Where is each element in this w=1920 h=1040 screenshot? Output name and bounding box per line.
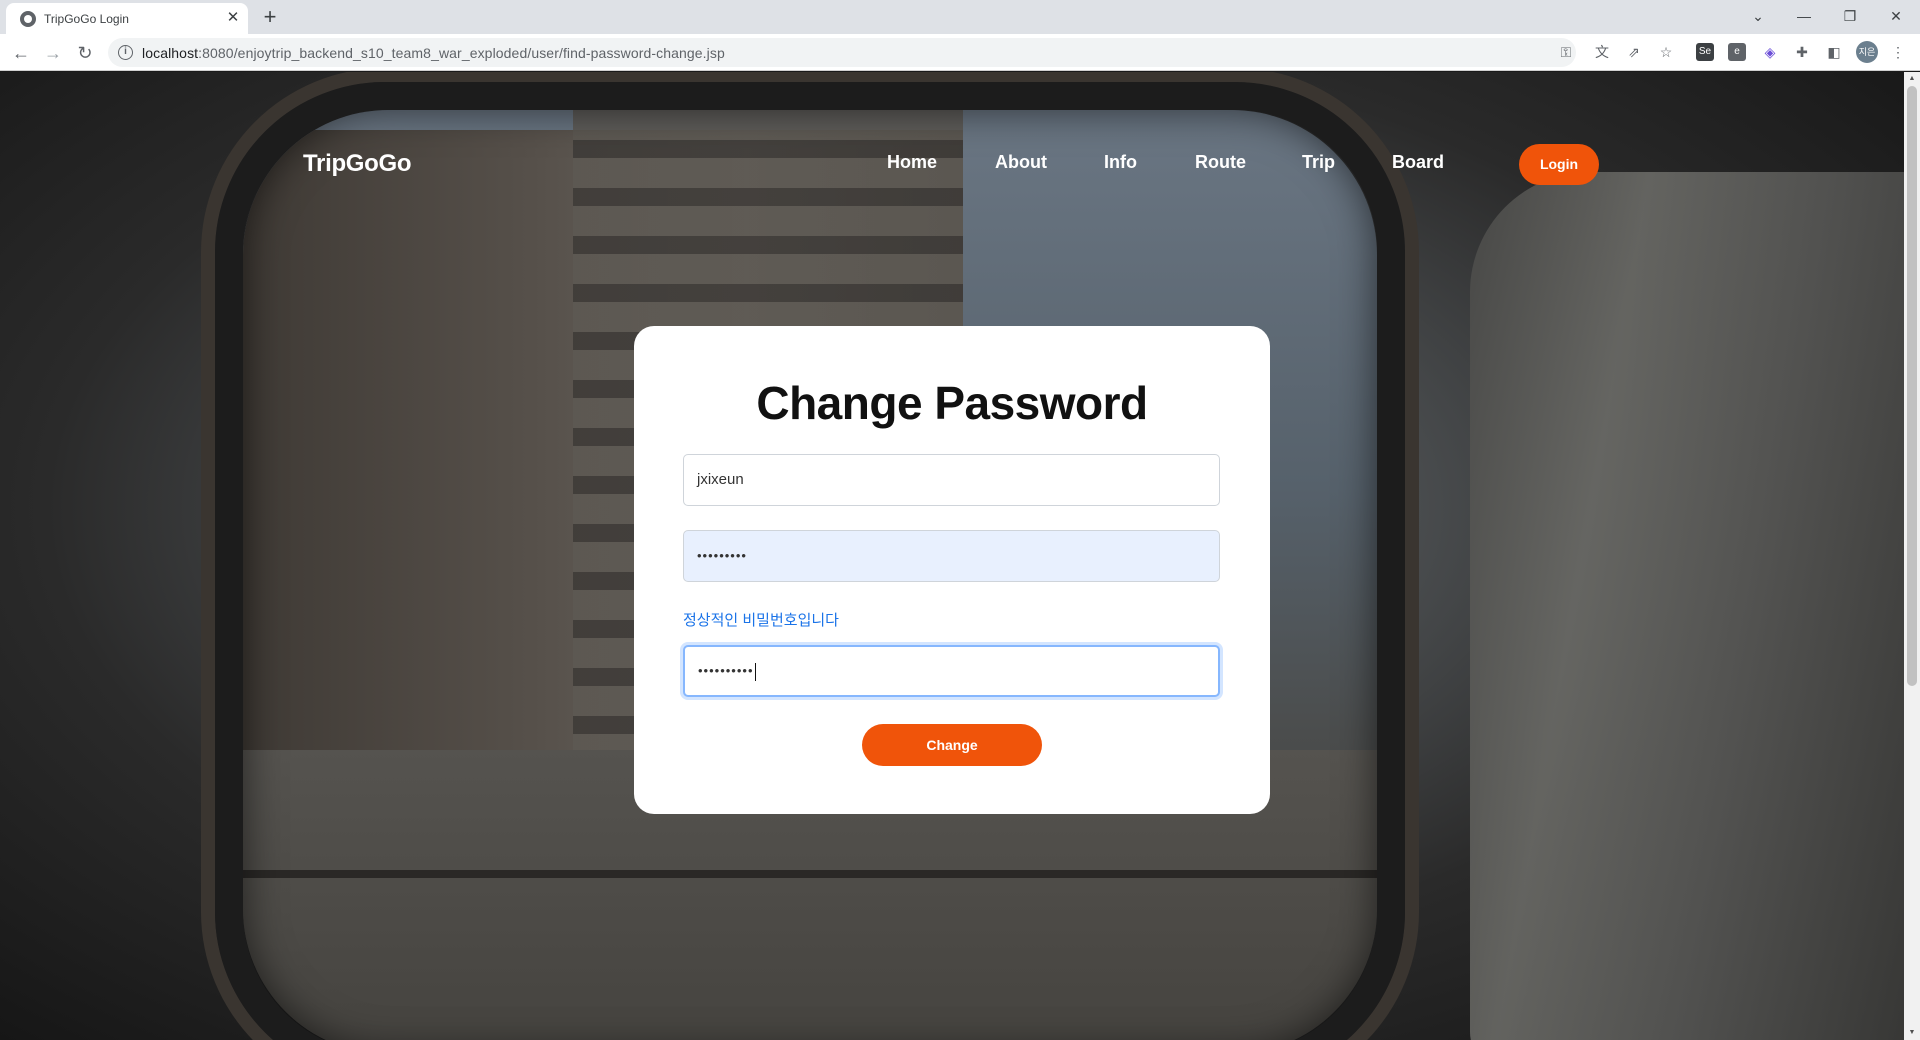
bookmark-star-icon[interactable]: ☆ [1656,42,1676,62]
side-panel-icon[interactable]: ◧ [1824,42,1844,62]
nav-info[interactable]: Info [1104,152,1137,173]
profile-avatar[interactable]: 지은 [1856,41,1878,63]
login-button[interactable]: Login [1519,144,1599,185]
new-password-field[interactable]: ••••••••• [683,530,1220,582]
tab-search-icon[interactable]: ⌄ [1744,4,1772,28]
address-bar[interactable]: i localhost:8080/enjoytrip_backend_s10_t… [108,38,1576,67]
tab-title: TripGoGo Login [44,12,129,26]
page-title: Change Password [756,377,1148,429]
browser-tab[interactable]: TripGoGo Login ✕ [6,3,248,34]
menu-kebab-icon[interactable]: ⋮ [1888,42,1908,62]
close-tab-icon[interactable]: ✕ [224,9,242,27]
change-password-card: Change Password jxixeun ••••••••• 정상적인 비… [634,326,1270,814]
nav-route[interactable]: Route [1195,152,1246,173]
new-tab-button[interactable]: + [258,5,282,29]
nav-board[interactable]: Board [1392,152,1444,173]
url-host: localhost [142,45,199,61]
password-valid-hint: 정상적인 비밀번호입니다 [683,612,839,629]
page-scrollbar[interactable]: ▲ ▼ [1904,72,1920,1040]
scroll-up-icon[interactable]: ▲ [1904,72,1920,86]
nav-home[interactable]: Home [887,152,937,173]
text-caret [754,662,756,681]
nav-about[interactable]: About [995,152,1047,173]
scroll-down-icon[interactable]: ▼ [1904,1026,1920,1040]
translate-icon[interactable]: 文 [1592,42,1612,62]
minimize-icon[interactable]: — [1790,4,1818,28]
user-id-field[interactable]: jxixeun [683,454,1220,506]
puzzle-extensions-icon[interactable]: ✚ [1792,42,1812,62]
back-icon[interactable]: ← [8,40,34,66]
url-path: :8080/enjoytrip_backend_s10_team8_war_ex… [198,45,725,61]
selenium-extension-icon[interactable]: Se [1696,43,1714,61]
close-window-icon[interactable]: ✕ [1882,4,1910,28]
browser-toolbar: ← → ↻ i localhost:8080/enjoytrip_backend… [0,34,1920,71]
site-info-icon[interactable]: i [118,45,133,60]
restore-icon[interactable]: ❐ [1836,4,1864,28]
diamond-extension-icon[interactable]: ◈ [1760,42,1780,62]
confirm-password-value: •••••••••• [698,663,754,678]
url-text[interactable]: localhost:8080/enjoytrip_backend_s10_tea… [142,45,725,61]
site-logo[interactable]: TripGoGo [303,150,412,178]
browser-tab-bar: TripGoGo Login ✕ + ⌄ — ❐ ✕ [0,0,1920,34]
change-button[interactable]: Change [862,724,1042,766]
e-extension-icon[interactable]: e [1728,43,1746,61]
confirm-password-field[interactable]: •••••••••• [683,645,1220,697]
forward-icon[interactable]: → [40,40,66,66]
key-icon[interactable]: ⚿ [1556,42,1576,62]
curtain-image [1470,172,1904,1040]
share-icon[interactable]: ⇗ [1624,42,1644,62]
globe-icon [20,11,36,27]
nav-trip[interactable]: Trip [1302,152,1335,173]
scroll-thumb[interactable] [1907,86,1917,686]
reload-icon[interactable]: ↻ [72,40,98,66]
